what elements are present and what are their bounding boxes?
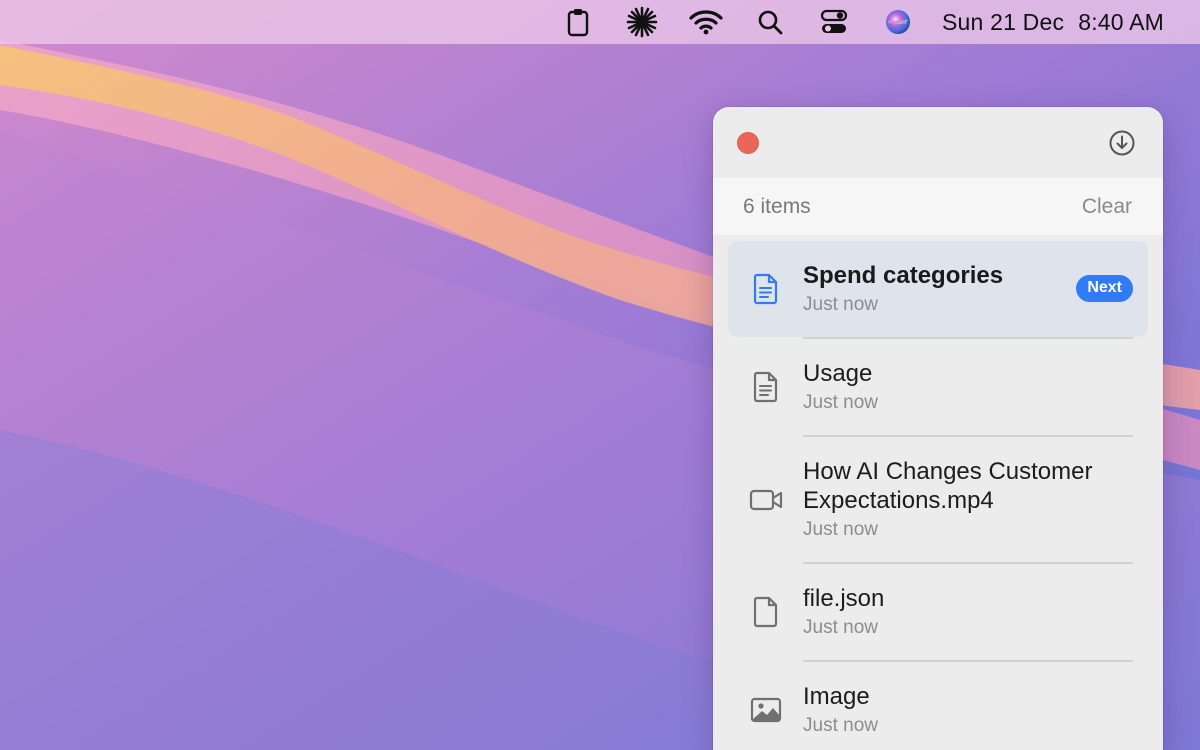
list-item-subtitle: Just now (803, 519, 878, 540)
list-item[interactable]: How AI Changes Customer Expectations.mp4… (728, 437, 1148, 562)
menu-bar-date: Sun 21 Dec (942, 8, 1065, 35)
blank-file-icon (728, 596, 803, 628)
close-button[interactable] (737, 132, 759, 154)
list-item[interactable]: Usage Just now (728, 339, 1148, 435)
siri-icon[interactable] (866, 0, 930, 44)
list-item-title: file.json (803, 585, 885, 612)
wifi-icon[interactable] (674, 0, 738, 44)
list-item[interactable]: Image Just now (728, 662, 1148, 750)
search-icon[interactable] (738, 0, 802, 44)
list-item-title: Image (803, 683, 870, 710)
list-item-subtitle: Just now (803, 617, 878, 638)
download-icon[interactable] (1108, 129, 1136, 157)
list-item[interactable]: Spend categories Just now Next (728, 241, 1148, 337)
video-icon (728, 488, 803, 512)
list-item-title: How AI Changes Customer Expectations.mp4 (803, 458, 1093, 514)
panel-titlebar (713, 107, 1163, 178)
next-badge: Next (1076, 275, 1133, 302)
list-item-subtitle: Just now (803, 715, 878, 736)
list-item-body: Usage Just now (803, 339, 1148, 429)
menu-bar: Sun 21 Dec 8:40 AM (0, 0, 1200, 44)
menu-bar-clock[interactable]: Sun 21 Dec 8:40 AM (942, 9, 1164, 36)
menu-bar-time: 8:40 AM (1078, 8, 1164, 35)
list-item-subtitle: Just now (803, 392, 878, 413)
image-icon (728, 697, 803, 723)
list-item-body: How AI Changes Customer Expectations.mp4… (803, 437, 1148, 556)
panel-header: 6 items Clear (713, 178, 1163, 235)
desktop: Sun 21 Dec 8:40 AM 6 items Clear Spend c… (0, 0, 1200, 750)
document-icon (728, 371, 803, 403)
list-item-body: file.json Just now (803, 564, 1148, 654)
document-icon (728, 273, 803, 305)
clear-button[interactable]: Clear (1082, 195, 1132, 219)
control-center-icon[interactable] (802, 0, 866, 44)
asterisk-app-icon[interactable] (610, 0, 674, 44)
item-count: 6 items (743, 194, 811, 218)
list-item-body: Image Just now (803, 662, 1148, 750)
clipboard-icon[interactable] (546, 0, 610, 44)
list-item[interactable]: file.json Just now (728, 564, 1148, 660)
item-list: Spend categories Just now Next Usage Jus… (713, 235, 1163, 750)
downloads-panel: 6 items Clear Spend categories Just now … (713, 107, 1163, 750)
list-item-title: Usage (803, 360, 873, 387)
